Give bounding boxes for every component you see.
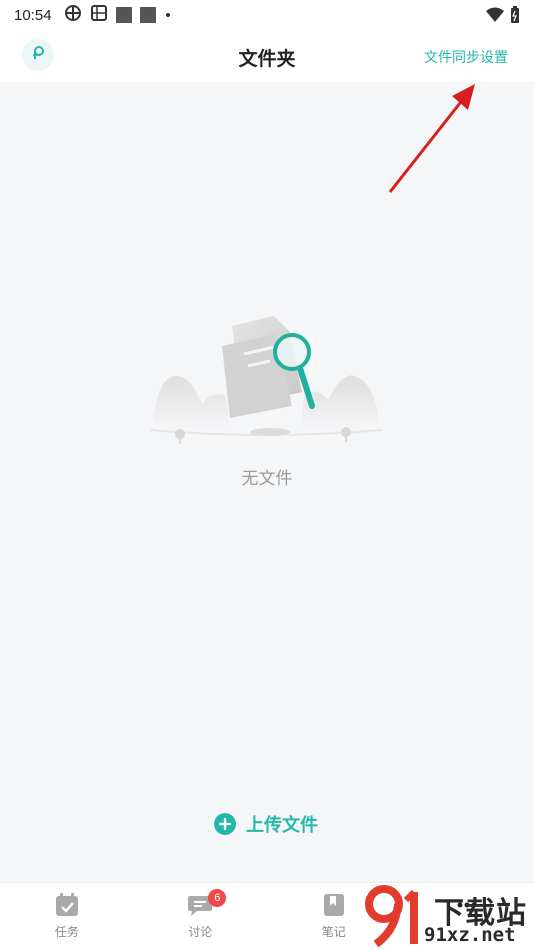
header: 文件夹 文件同步设置 <box>0 30 534 82</box>
notification-square-icon <box>115 7 132 23</box>
status-time: 10:54 <box>14 6 52 24</box>
nav-label: 讨论 <box>188 925 213 939</box>
upload-file-label: 上传文件 <box>246 815 318 835</box>
file-sync-settings-link[interactable]: 文件同步设置 <box>424 47 508 67</box>
nav-item-discussion[interactable]: 6 讨论 <box>134 883 268 950</box>
site-watermark: 下载站 91xz.net <box>362 884 534 950</box>
calendar-status-icon <box>90 4 108 26</box>
plus-circle-icon <box>214 813 236 835</box>
unread-count-badge: 6 <box>208 889 227 907</box>
calendar-check-icon <box>54 893 80 917</box>
status-right <box>486 6 520 28</box>
battery-icon <box>510 6 520 28</box>
upload-file-button[interactable]: 上传文件 <box>214 810 318 838</box>
bookmark-icon <box>321 893 347 917</box>
nav-item-tasks[interactable]: 任务 <box>0 883 134 950</box>
nav-label: 笔记 <box>321 925 346 939</box>
empty-state-message: 无文件 <box>241 469 293 488</box>
watermark-logo-icon <box>365 885 418 948</box>
status-bar: 10:54 <box>0 0 534 30</box>
empty-folder-illustration <box>150 316 382 444</box>
watermark-domain: 91xz.net <box>424 924 516 946</box>
wifi-icon <box>486 7 504 27</box>
notification-square-icon <box>139 7 156 23</box>
annotation-arrow-icon <box>388 84 475 193</box>
nav-label: 任务 <box>54 925 79 939</box>
sync-status-icon <box>64 4 82 26</box>
more-notifications-dot-icon <box>165 13 170 17</box>
